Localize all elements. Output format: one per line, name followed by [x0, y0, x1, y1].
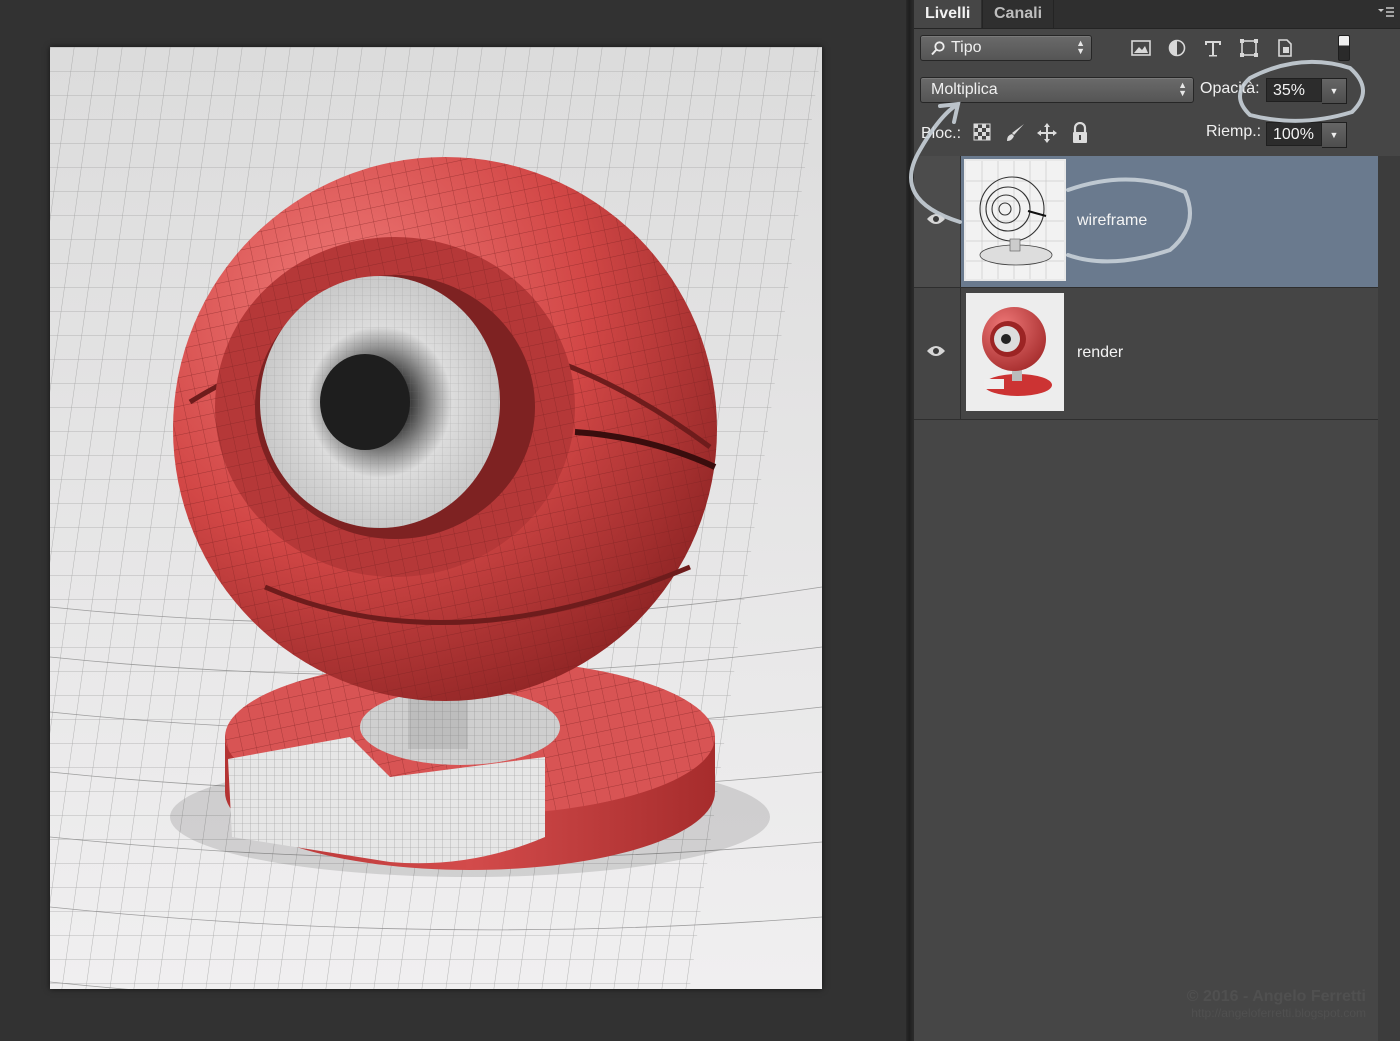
document-canvas[interactable] — [50, 47, 822, 989]
shape-filter-icon[interactable] — [1238, 38, 1260, 58]
layers-panel: Livelli Canali Tipo ▲ ▼ Moltiplica ▲ ▼ Opa… — [914, 0, 1400, 1041]
blend-mode-dropdown[interactable]: Moltiplica ▲ ▼ — [920, 77, 1194, 103]
watermark-url: http://angeloferretti.blogspot.com — [1191, 1006, 1366, 1020]
wireframe-render-image — [50, 47, 822, 989]
layers-list: wireframe render — [914, 156, 1378, 1041]
type-filter-icon[interactable] — [1202, 38, 1224, 58]
updown-arrows-icon: ▲ ▼ — [1076, 38, 1085, 56]
tab-canali[interactable]: Canali — [982, 0, 1055, 28]
eye-icon[interactable] — [926, 212, 946, 226]
visibility-column[interactable] — [914, 156, 961, 287]
layer-filter-toggle[interactable] — [1338, 35, 1350, 61]
lock-label: Bloc.: — [921, 125, 962, 142]
lock-all-icon[interactable] — [1070, 121, 1092, 144]
lock-position-icon[interactable] — [1036, 122, 1058, 144]
opacity-input[interactable]: 35% — [1266, 78, 1322, 102]
eye-icon[interactable] — [926, 344, 946, 358]
lock-transparent-pixels-icon[interactable] — [972, 122, 994, 144]
opacity-slider-button[interactable]: ▼ — [1322, 78, 1347, 104]
canvas-workspace[interactable] — [0, 0, 912, 1041]
panel-divider[interactable] — [906, 0, 914, 1041]
updown-arrows-icon: ▲ ▼ — [1178, 80, 1187, 98]
layer-name-wireframe[interactable]: wireframe — [1077, 212, 1147, 230]
layer-row-render[interactable]: render — [914, 288, 1378, 420]
image-filter-icon[interactable] — [1130, 38, 1152, 58]
layer-row-wireframe[interactable]: wireframe — [914, 156, 1378, 288]
layers-scrollbar[interactable] — [1378, 156, 1400, 1041]
tab-livelli[interactable]: Livelli — [914, 0, 982, 28]
layer-thumbnail-render[interactable] — [966, 293, 1064, 411]
watermark-copyright: © 2016 - Angelo Ferretti — [1186, 988, 1366, 1005]
lock-image-pixels-icon[interactable] — [1004, 122, 1026, 144]
visibility-column[interactable] — [914, 288, 961, 419]
panel-menu-icon[interactable] — [1378, 6, 1394, 20]
layer-filter-value: Tipo — [951, 39, 982, 56]
watermark: © 2016 - Angelo Ferretti http://angelofe… — [1166, 988, 1366, 1020]
search-icon — [931, 41, 945, 61]
smart-object-filter-icon[interactable] — [1274, 38, 1296, 58]
fill-label: Riemp.: — [1206, 123, 1262, 140]
blend-mode-value: Moltiplica — [931, 81, 998, 98]
adjustment-filter-icon[interactable] — [1166, 38, 1188, 58]
layer-filter-dropdown[interactable]: Tipo ▲ ▼ — [920, 35, 1092, 61]
fill-input[interactable]: 100% — [1266, 122, 1322, 146]
panel-tab-bar: Livelli Canali — [914, 0, 1400, 29]
layer-name-render[interactable]: render — [1077, 344, 1123, 362]
layer-thumbnail-wireframe[interactable] — [964, 159, 1066, 281]
fill-slider-button[interactable]: ▼ — [1322, 122, 1347, 148]
opacity-label: Opacità: — [1200, 80, 1260, 97]
